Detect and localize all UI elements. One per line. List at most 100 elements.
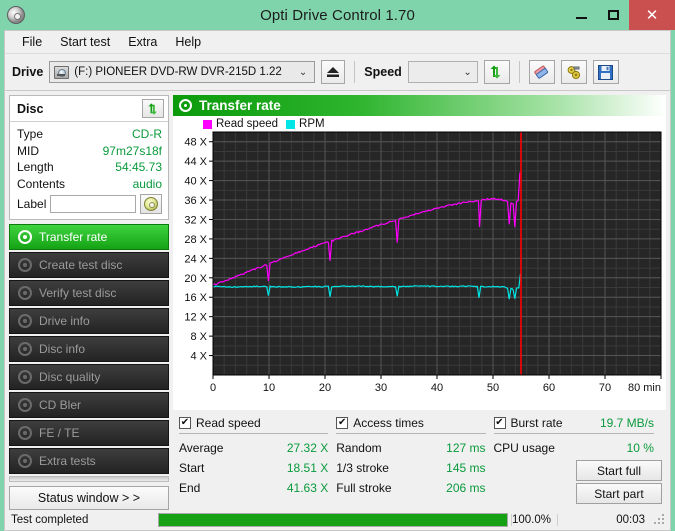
disc-icon — [18, 258, 32, 272]
disc-icon — [18, 370, 32, 384]
disc-value-length: 54:45.73 — [115, 160, 162, 174]
divider — [336, 433, 486, 434]
disc-row-mid: MID 97m27s18f — [17, 143, 162, 160]
status-bar: Test completed 100.0% 00:03 — [4, 510, 671, 531]
disc-refresh-button[interactable] — [142, 99, 164, 118]
svg-text:50: 50 — [487, 382, 499, 394]
sidebar-label-drive-info: Drive info — [39, 314, 90, 328]
sidebar-label-create-test-disc: Create test disc — [39, 258, 123, 272]
disc-label-button[interactable] — [140, 194, 162, 214]
app-window: Opti Drive Control 1.70 ✕ File Start tes… — [0, 0, 675, 531]
tools-button[interactable] — [560, 60, 587, 84]
erase-button[interactable] — [528, 60, 555, 84]
disc-key-length: Length — [17, 160, 54, 174]
svg-text:20 X: 20 X — [184, 273, 207, 285]
burst-rate-check-row[interactable]: ✔ Burst rate 19.7 MB/s — [493, 416, 662, 430]
disc-panel-header: Disc — [10, 96, 168, 122]
transfer-rate-plot: 4 X 8 X 12 X 16 X 20 X 24 X 28 X 32 X 36 X 40 X 44… — [184, 131, 662, 394]
sidebar-item-disc-quality[interactable]: Disc quality — [9, 364, 169, 390]
disc-icon — [18, 314, 32, 328]
elapsed-time: 00:03 — [557, 514, 653, 526]
stats-read-speed: ✔ Read speed Average 27.32 X Start 18.51… — [179, 416, 336, 510]
disc-panel-title: Disc — [17, 101, 44, 116]
svg-text:10: 10 — [263, 382, 275, 394]
key-start: Start — [179, 461, 205, 475]
divider — [179, 433, 329, 434]
sidebar-item-fe-te[interactable]: FE / TE — [9, 420, 169, 446]
sidebar-label-disc-info: Disc info — [39, 342, 86, 356]
progress-fill — [159, 514, 507, 526]
key-cpu-usage: CPU usage — [493, 441, 555, 455]
sidebar-item-drive-info[interactable]: Drive info — [9, 308, 169, 334]
sidebar-item-transfer-rate[interactable]: Transfer rate — [9, 224, 169, 250]
svg-text:80 min: 80 min — [628, 382, 661, 394]
tools-icon — [567, 65, 580, 79]
menu-extra[interactable]: Extra — [119, 33, 166, 51]
burst-rate-checkbox[interactable]: ✔ — [493, 417, 506, 429]
key-average: Average — [179, 441, 224, 455]
svg-text:40 X: 40 X — [184, 176, 207, 188]
svg-text:40: 40 — [431, 382, 443, 394]
chart-area: Read speed RPM 4 X8 X 12 X 16 X 20 X 24 X 28 … — [173, 116, 666, 410]
disc-icon — [18, 230, 32, 244]
sidebar-item-disc-info[interactable]: Disc info — [9, 336, 169, 362]
svg-text:8 X: 8 X — [190, 331, 207, 343]
progress-percent: 100.0% — [511, 514, 557, 526]
row-full-stroke: Full stroke 206 ms — [336, 478, 493, 498]
save-button[interactable] — [592, 60, 619, 84]
sidebar-nav: Transfer rate Create test disc Verify te… — [9, 224, 169, 474]
toolbar-separator — [354, 61, 356, 83]
value-start: 18.51 X — [286, 461, 329, 475]
title-bar: Opti Drive Control 1.70 ✕ — [0, 0, 675, 30]
refresh-drive-button[interactable] — [483, 60, 510, 84]
disc-label-input[interactable] — [50, 195, 136, 213]
status-window-button[interactable]: Status window > > — [9, 486, 169, 510]
window-title: Opti Drive Control 1.70 — [260, 6, 415, 24]
disc-row-contents: Contents audio — [17, 176, 162, 193]
access-times-checkbox[interactable]: ✔ — [336, 417, 349, 429]
divider — [493, 433, 654, 434]
svg-text:12 X: 12 X — [184, 312, 207, 324]
body: Disc Type CD-R MID 97m27s18f Length 54:4… — [5, 91, 670, 510]
menu-file[interactable]: File — [13, 33, 51, 51]
row-average: Average 27.32 X — [179, 438, 336, 458]
chevron-down-icon: ⌄ — [463, 66, 472, 78]
burst-rate-label: Burst rate — [510, 416, 563, 430]
row-start: Start 18.51 X — [179, 458, 336, 478]
chart-header: Transfer rate — [173, 95, 666, 116]
read-speed-check-row[interactable]: ✔ Read speed — [179, 416, 336, 430]
disc-icon — [179, 99, 192, 112]
sidebar-item-create-test-disc[interactable]: Create test disc — [9, 252, 169, 278]
access-times-check-row[interactable]: ✔ Access times — [336, 416, 493, 430]
disc-info-rows: Type CD-R MID 97m27s18f Length 54:45.73 — [10, 122, 168, 219]
disc-value-contents: audio — [132, 176, 162, 191]
sidebar-item-verify-test-disc[interactable]: Verify test disc — [9, 280, 169, 306]
speed-select[interactable]: ⌄ — [407, 61, 478, 83]
sidebar-label-transfer-rate: Transfer rate — [39, 230, 108, 244]
sidebar-item-cd-bler[interactable]: CD Bler — [9, 392, 169, 418]
speed-label: Speed — [364, 65, 402, 79]
svg-text:28 X: 28 X — [184, 234, 207, 246]
svg-text:24 X: 24 X — [184, 253, 207, 265]
disc-row-type: Type CD-R — [17, 126, 162, 143]
value-random: 127 ms — [446, 441, 486, 455]
drive-select[interactable]: (F:) PIONEER DVD-RW DVR-215D 1.22 ⌄ — [49, 61, 316, 83]
svg-text:4 X: 4 X — [190, 351, 207, 363]
value-full-stroke: 206 ms — [446, 481, 486, 495]
read-speed-checkbox[interactable]: ✔ — [179, 417, 191, 429]
resize-grip[interactable] — [653, 513, 667, 527]
drive-select-value: (F:) PIONEER DVD-RW DVR-215D 1.22 — [74, 66, 282, 78]
menu-bar: File Start test Extra Help — [5, 31, 670, 54]
disc-key-contents: Contents — [17, 176, 66, 191]
menu-help[interactable]: Help — [166, 33, 210, 51]
start-full-button[interactable]: Start full — [575, 460, 662, 481]
menu-start-test[interactable]: Start test — [51, 33, 119, 51]
sidebar-item-extra-tests[interactable]: Extra tests — [9, 448, 169, 474]
start-part-button[interactable]: Start part — [575, 483, 662, 504]
eject-button[interactable] — [321, 60, 346, 84]
disc-row-length: Length 54:45.73 — [17, 159, 162, 176]
sidebar-label-verify-test-disc: Verify test disc — [39, 286, 117, 300]
svg-text:20: 20 — [319, 382, 331, 394]
key-third-stroke: 1/3 stroke — [336, 461, 389, 475]
drive-icon — [54, 65, 70, 79]
